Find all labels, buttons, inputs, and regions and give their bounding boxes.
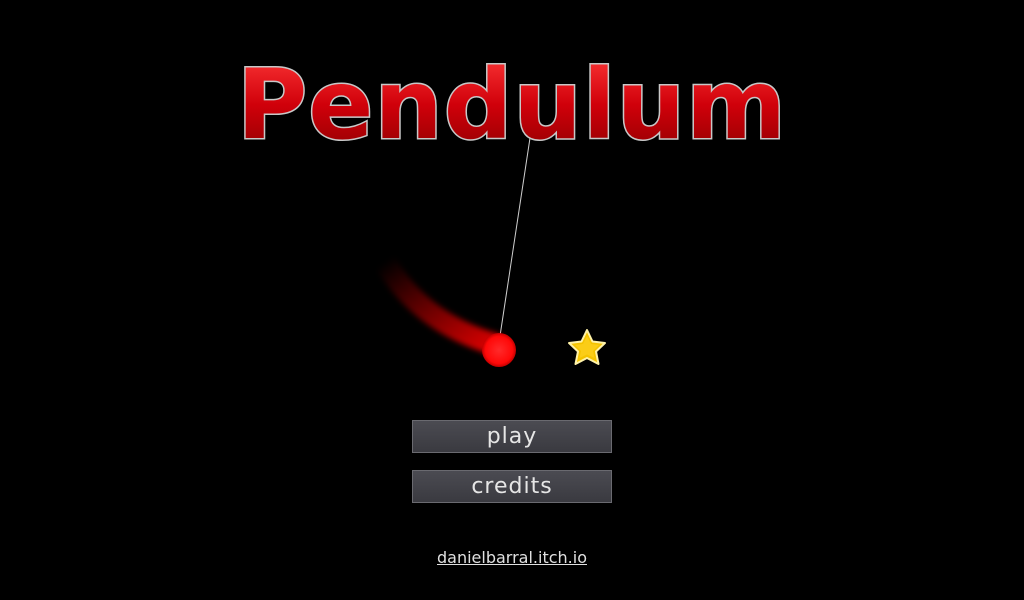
website-link[interactable]: danielbarral.itch.io	[0, 548, 1024, 567]
star-icon	[568, 329, 606, 365]
pendulum-ball	[482, 333, 516, 367]
game-title: Pendulum	[237, 49, 787, 161]
game-title-logo: Pendulum	[235, 48, 787, 163]
play-button[interactable]: play	[412, 420, 612, 453]
pendulum-trail	[374, 251, 505, 355]
credits-button[interactable]: credits	[412, 470, 612, 503]
pendulum-string	[499, 137, 531, 337]
game-screen: Pendulum play credits danielbarral.itch.…	[0, 0, 1024, 600]
